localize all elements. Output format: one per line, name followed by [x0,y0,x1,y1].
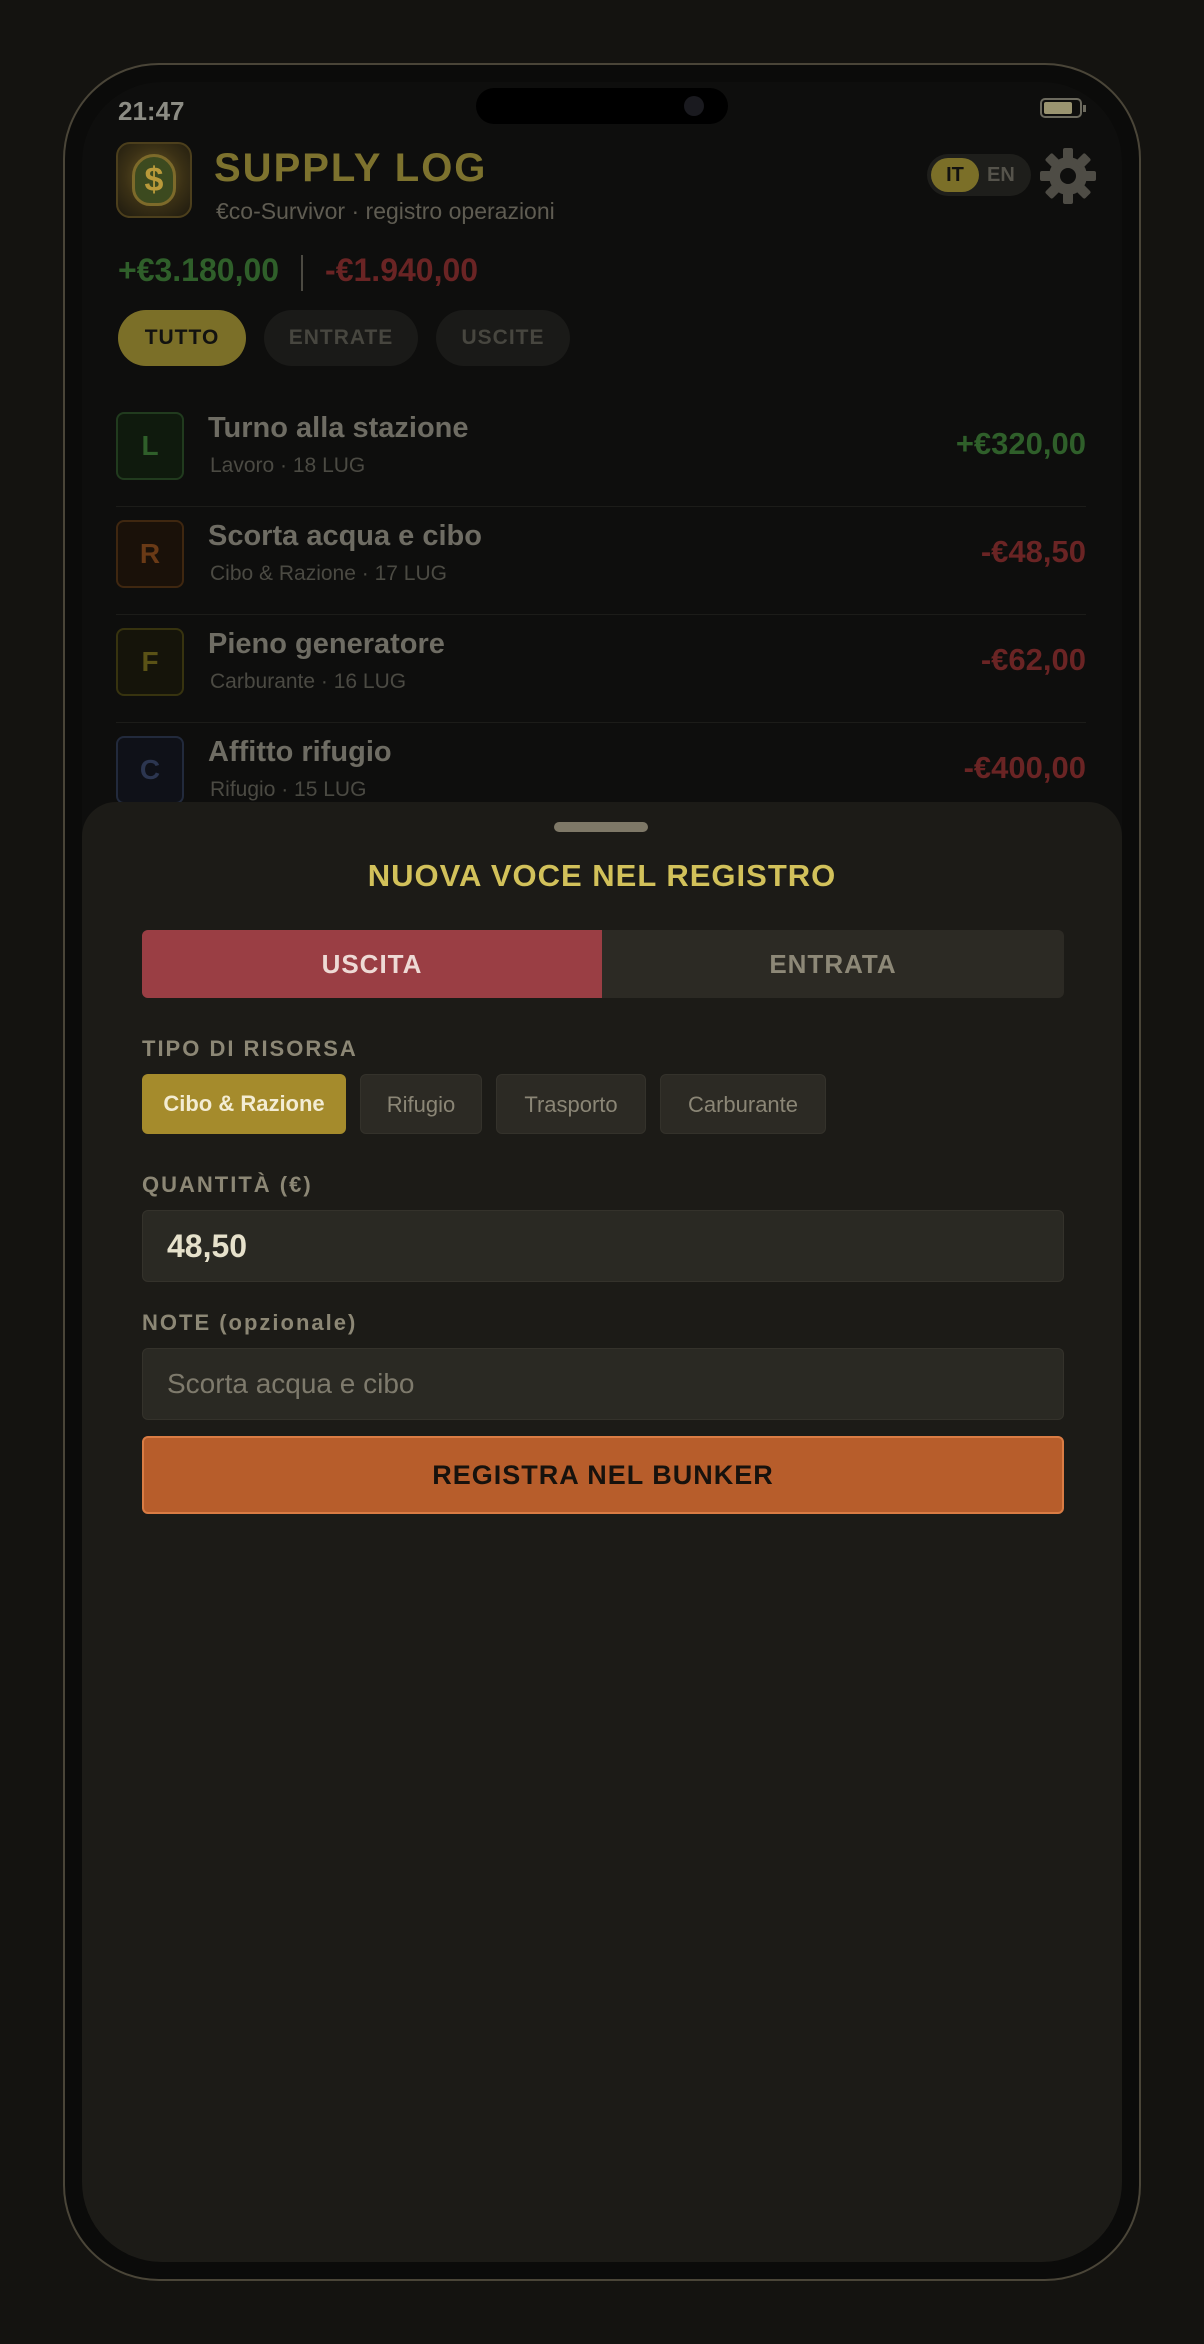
page-subtitle: €co-Survivor · registro operazioni [216,198,555,224]
language-toggle[interactable]: IT EN [927,154,1031,196]
battery-icon [1040,98,1086,118]
transaction-meta: Cibo & Razione · 17 LUG [210,562,447,585]
status-time: 21:47 [118,96,185,126]
transaction-amount: -€48,50 [980,534,1086,569]
transaction-name: Affitto rifugio [208,736,392,768]
type-income-button[interactable]: ENTRATA [602,930,1064,998]
dynamic-island [476,88,728,124]
filter-income[interactable]: ENTRATE [264,310,418,366]
transaction-name: Pieno generatore [208,628,445,660]
resource-chip-shelter[interactable]: Rifugio [360,1074,482,1134]
resource-chip-fuel[interactable]: Carburante [660,1074,826,1134]
new-entry-sheet: NUOVA VOCE NEL REGISTRO USCITA ENTRATA T… [82,802,1122,2262]
filter-expense[interactable]: USCITE [436,310,570,366]
totals-summary: +€3.180,00 -€1.940,00 [118,252,478,291]
transaction-name: Turno alla stazione [208,412,469,444]
category-avatar: C [116,736,184,804]
camera-icon [684,96,704,116]
list-item[interactable]: L Turno alla stazione Lavoro · 18 LUG +€… [116,398,1086,507]
note-input[interactable]: Scorta acqua e cibo [142,1348,1064,1420]
transaction-meta: Carburante · 16 LUG [210,670,407,693]
transaction-name: Scorta acqua e cibo [208,520,482,552]
list-item[interactable]: F Pieno generatore Carburante · 16 LUG -… [116,614,1086,723]
total-income: +€3.180,00 [118,252,280,288]
entry-type-toggle: USCITA ENTRATA [142,930,1064,998]
resource-chip-transport[interactable]: Trasporto [496,1074,646,1134]
transaction-meta: Rifugio · 15 LUG [210,778,367,801]
total-expense: -€1.940,00 [325,252,479,288]
type-expense-button[interactable]: USCITA [142,930,602,998]
sheet-drag-handle[interactable] [554,822,648,832]
transaction-amount: +€320,00 [955,426,1086,461]
amount-input[interactable]: 48,50 [142,1210,1064,1282]
lang-en-option[interactable]: EN [987,158,1027,192]
gear-icon[interactable] [1038,146,1098,206]
dollar-shield-icon: $ [132,154,176,206]
category-avatar: R [116,520,184,588]
amount-label: QUANTITÀ (€) [142,1172,313,1197]
category-avatar: F [116,628,184,696]
transaction-meta: Lavoro · 18 LUG [210,454,366,477]
category-avatar: L [116,412,184,480]
note-label: NOTE (opzionale) [142,1310,358,1335]
resource-type-label: TIPO DI RISORSA [142,1036,358,1061]
sheet-title: NUOVA VOCE NEL REGISTRO [367,858,837,893]
list-item[interactable]: R Scorta acqua e cibo Cibo & Razione · 1… [116,506,1086,615]
resource-chip-food[interactable]: Cibo & Razione [142,1074,346,1134]
app-screen: 21:47 $ SUPPLY LOG €co-Survivor · regist… [82,82,1122,2262]
transaction-amount: -€400,00 [963,750,1086,785]
app-logo-icon: $ [116,142,192,218]
submit-entry-button[interactable]: REGISTRA NEL BUNKER [142,1436,1064,1514]
transaction-amount: -€62,00 [980,642,1086,677]
lang-it-option[interactable]: IT [931,158,979,192]
page-title: SUPPLY LOG [214,146,488,190]
totals-divider [301,254,304,291]
filter-all[interactable]: TUTTO [118,310,246,366]
